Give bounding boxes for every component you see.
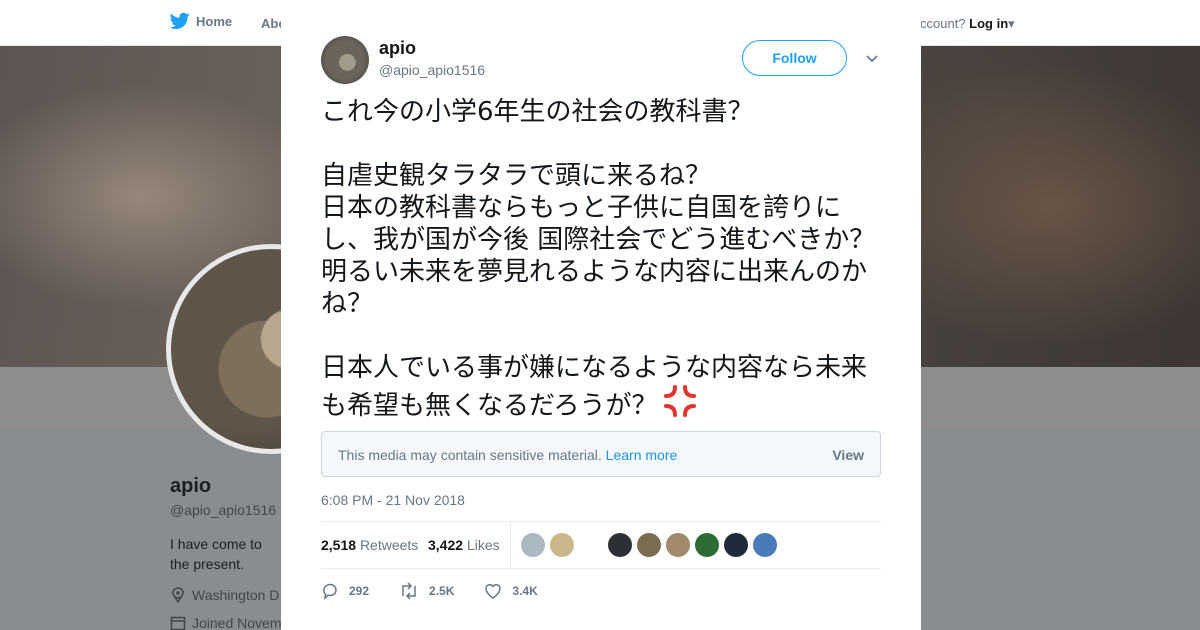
profile-handle: @apio_apio1516 [170, 502, 277, 518]
liker-avatars [521, 533, 777, 557]
view-media-button[interactable]: View [832, 447, 864, 463]
retweets-label: Retweets [359, 537, 419, 553]
sensitive-text: This media may contain sensitive materia… [338, 447, 602, 463]
chevron-down-icon[interactable] [865, 53, 879, 65]
like-action[interactable]: 3.4K [484, 582, 538, 600]
retweet-action[interactable]: 2.5K [399, 582, 454, 600]
liker-avatar[interactable] [637, 533, 661, 557]
liker-avatar[interactable] [521, 533, 545, 557]
follow-button[interactable]: Follow [742, 40, 847, 76]
login-link[interactable]: Log in [969, 16, 1008, 31]
close-icon[interactable]: ✕ [1154, 9, 1180, 39]
tweet-text-body: これ今の小学6年生の社会の教科書？ 自虐史観タラタラで頭に来るね？ 日本の教科書… [321, 97, 876, 421]
tweet-modal: apio @apio_apio1516 Follow これ今の小学6年生の社会の… [281, 4, 921, 630]
tweet-actions: 292 2.5K 3.4K [321, 582, 568, 600]
twitter-bird-icon [170, 12, 190, 30]
nav-home[interactable]: Home [170, 12, 232, 30]
tweet-timestamp[interactable]: 6:08 PM - 21 Nov 2018 [321, 492, 465, 508]
sensitive-media-notice: This media may contain sensitive materia… [321, 431, 881, 477]
liker-avatar[interactable] [608, 533, 632, 557]
profile-name: apio [170, 475, 212, 497]
author-name[interactable]: apio [379, 38, 416, 59]
calendar-icon [170, 616, 186, 630]
liker-avatar[interactable] [724, 533, 748, 557]
reply-icon [323, 583, 337, 600]
profile-joined-text: Joined Novem [192, 615, 282, 630]
learn-more-link[interactable]: Learn more [606, 447, 678, 463]
heart-icon [485, 584, 502, 599]
account-prompt: ccount? [920, 16, 966, 31]
profile-location-text: Washington D [192, 587, 280, 603]
profile-bio: I have come to the present. [170, 536, 262, 572]
sensitive-message: This media may contain sensitive materia… [338, 447, 677, 463]
profile-location: Washington D [170, 587, 279, 603]
retweets-stat[interactable]: 2,518 Retweets [321, 537, 418, 553]
liker-avatar[interactable] [666, 533, 690, 557]
liker-avatar[interactable] [695, 533, 719, 557]
tweet-text: これ今の小学6年生の社会の教科書？ 自虐史観タラタラで頭に来るね？ 日本の教科書… [321, 96, 886, 422]
anger-symbol-icon [664, 385, 697, 417]
liker-avatar[interactable] [753, 533, 777, 557]
nav-home-label: Home [196, 13, 233, 29]
retweet-icon [402, 582, 416, 600]
author-avatar[interactable] [321, 36, 369, 84]
retweets-count: 2,518 [321, 537, 357, 553]
liker-avatar[interactable] [550, 533, 574, 557]
author-handle[interactable]: @apio_apio1516 [379, 62, 485, 78]
login-caret-icon: ▾ [1008, 16, 1015, 31]
location-pin-icon [172, 587, 184, 603]
tweet-stats: 2,518 Retweets 3,422 Likes [321, 521, 881, 569]
likes-count: 3,422 [428, 537, 464, 553]
liker-avatar[interactable] [579, 533, 603, 557]
profile-joined: Joined Novem [170, 615, 282, 630]
likes-stat[interactable]: 3,422 Likes [428, 537, 500, 553]
stats-divider [510, 522, 511, 569]
likes-label: Likes [466, 537, 500, 553]
reply-count: 292 [349, 584, 370, 598]
like-count: 3.4K [512, 584, 538, 598]
nav-account[interactable]: ccount? Log in▾ [920, 16, 1015, 32]
reply-action[interactable]: 292 [321, 582, 369, 600]
retweet-count: 2.5K [429, 584, 455, 598]
